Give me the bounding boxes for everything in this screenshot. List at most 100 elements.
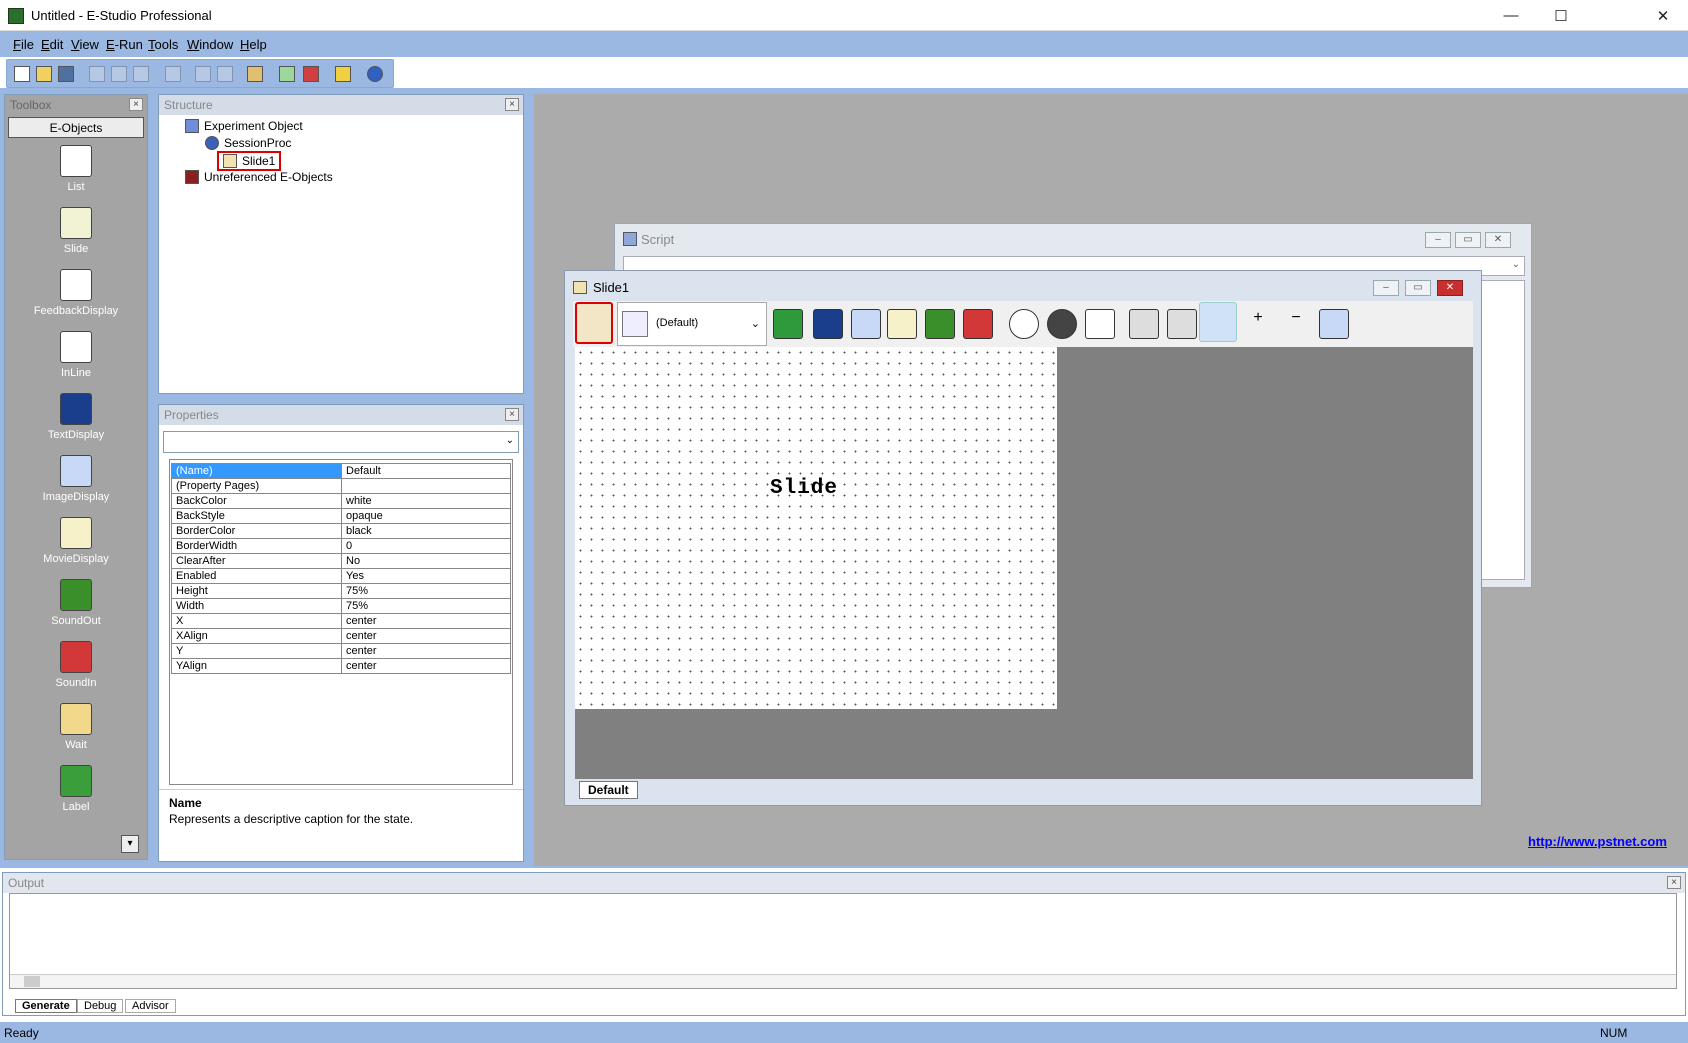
tab-debug[interactable]: Debug [77, 999, 124, 1013]
image-icon[interactable] [851, 309, 881, 339]
script-close-icon[interactable]: ✕ [1485, 232, 1511, 248]
menu-file[interactable]: File [13, 37, 34, 52]
open-icon[interactable] [36, 66, 52, 82]
property-row[interactable]: YAlign center [171, 658, 511, 674]
menu-view[interactable]: View [71, 37, 99, 52]
property-row[interactable]: Ycenter [171, 643, 511, 659]
property-value[interactable]: opaque [341, 508, 511, 524]
properties-close-icon[interactable]: × [505, 408, 519, 421]
info-icon[interactable] [367, 66, 383, 82]
generate-run-icon[interactable] [335, 66, 351, 82]
property-value[interactable]: Yes [341, 568, 511, 584]
property-value[interactable]: 0 [341, 538, 511, 554]
copy-icon[interactable] [111, 66, 127, 82]
property-row[interactable]: (Name) Default [171, 463, 511, 479]
slide-restore-icon[interactable]: ▭ [1405, 280, 1431, 296]
property-value[interactable]: center [341, 613, 511, 629]
toolbox-item-inline[interactable]: InLine [5, 331, 147, 379]
delete-icon[interactable] [165, 66, 181, 82]
tree-node-slide1[interactable]: Slide1 [217, 151, 282, 171]
property-row[interactable]: Enabled Yes [171, 568, 511, 584]
horizontal-scrollbar[interactable] [10, 974, 1676, 988]
toolbox-item-moviedisplay[interactable]: MovieDisplay [5, 517, 147, 565]
property-pages-icon[interactable] [575, 302, 613, 344]
toolbox-item-textdisplay[interactable]: TextDisplay [5, 393, 147, 441]
tab-default[interactable]: Default [579, 781, 638, 799]
select-pointer-icon[interactable] [1199, 302, 1237, 342]
toolbox-item-imagedisplay[interactable]: ImageDisplay [5, 455, 147, 503]
object-select[interactable]: ⌄ [163, 431, 519, 453]
sound-in-icon[interactable] [963, 309, 993, 339]
slide-window[interactable]: Slide1 – ▭ ✕ (Default) ⌄ + − Slide Defau… [564, 270, 1482, 806]
menu-window[interactable]: Window [187, 37, 233, 52]
property-value[interactable]: center [341, 658, 511, 674]
property-value[interactable]: white [341, 493, 511, 509]
menu-help[interactable]: Help [240, 37, 267, 52]
property-row[interactable]: Xcenter [171, 613, 511, 629]
slide-text-object[interactable]: Slide [770, 477, 838, 500]
minimize-button[interactable]: — [1488, 0, 1534, 31]
output-close-icon[interactable]: × [1667, 876, 1681, 889]
script-restore-icon[interactable]: ▭ [1455, 232, 1481, 248]
property-value[interactable]: 75% [341, 598, 511, 614]
property-row[interactable]: BackStyle opaque [171, 508, 511, 524]
remove-state-icon[interactable] [1047, 309, 1077, 339]
toolbox-item-feedbackdisplay[interactable]: FeedbackDisplay [5, 269, 147, 317]
duplicate-icon[interactable] [1085, 309, 1115, 339]
property-row[interactable]: BorderWidth 0 [171, 538, 511, 554]
menu-e-run[interactable]: E-Run [106, 37, 143, 52]
toolbox-item-list[interactable]: List [5, 145, 147, 193]
menu-edit[interactable]: Edit [41, 37, 63, 52]
property-value[interactable]: center [341, 628, 511, 644]
add-state-icon[interactable] [1009, 309, 1039, 339]
toolbox-item-wait[interactable]: Wait [5, 703, 147, 751]
zoom-in-icon[interactable]: + [1243, 309, 1273, 339]
structure-close-icon[interactable]: × [505, 98, 519, 111]
paste-icon[interactable] [133, 66, 149, 82]
toolbox-item-slide[interactable]: Slide [5, 207, 147, 255]
send-to-back-icon[interactable] [1167, 309, 1197, 339]
pstnet-link[interactable]: http://www.pstnet.com [1528, 834, 1667, 849]
property-row[interactable]: ClearAfter No [171, 553, 511, 569]
bring-to-front-icon[interactable] [1129, 309, 1159, 339]
property-value[interactable]: black [341, 523, 511, 539]
sub-object-icon[interactable] [773, 309, 803, 339]
attributes-icon[interactable] [279, 66, 295, 82]
property-value[interactable]: Default [341, 463, 511, 479]
save-icon[interactable] [58, 66, 74, 82]
property-row[interactable]: BorderColor black [171, 523, 511, 539]
toolbox-scroll-down-icon[interactable]: ▾ [121, 835, 139, 853]
redo-icon[interactable] [217, 66, 233, 82]
movie-icon[interactable] [887, 309, 917, 339]
sound-out-icon[interactable] [925, 309, 955, 339]
property-row[interactable]: BackColor white [171, 493, 511, 509]
property-pages-icon[interactable] [247, 66, 263, 82]
tree-node-experiment[interactable]: Experiment Object [185, 119, 303, 133]
cut-icon[interactable] [89, 66, 105, 82]
zoom-out-icon[interactable]: − [1281, 309, 1311, 339]
toolbox-item-soundout[interactable]: SoundOut [5, 579, 147, 627]
output-text-area[interactable] [9, 893, 1677, 989]
run-icon[interactable] [303, 66, 319, 82]
toolbox-close-icon[interactable]: × [129, 98, 143, 111]
state-select[interactable]: (Default) ⌄ [617, 302, 767, 346]
property-value[interactable]: 75% [341, 583, 511, 599]
slide-canvas[interactable]: Slide [575, 347, 1057, 709]
script-minimize-icon[interactable]: – [1425, 232, 1451, 248]
property-row[interactable]: Width 75% [171, 598, 511, 614]
e-objects-tab[interactable]: E-Objects [8, 117, 144, 138]
new-icon[interactable] [14, 66, 30, 82]
toolbox-item-soundin[interactable]: SoundIn [5, 641, 147, 689]
maximize-button[interactable]: ☐ [1538, 0, 1584, 31]
tab-generate[interactable]: Generate [15, 999, 77, 1013]
close-button[interactable]: ✕ [1640, 0, 1686, 31]
property-row[interactable]: (Property Pages) [171, 478, 511, 494]
text-icon[interactable] [813, 309, 843, 339]
tree-node-sessionproc[interactable]: SessionProc [205, 136, 291, 150]
property-value[interactable]: center [341, 643, 511, 659]
menu-tools[interactable]: Tools [148, 37, 178, 52]
property-value[interactable] [341, 478, 511, 494]
slide-close-icon[interactable]: ✕ [1437, 280, 1463, 296]
property-value[interactable]: No [341, 553, 511, 569]
toolbox-item-label[interactable]: Label [5, 765, 147, 813]
